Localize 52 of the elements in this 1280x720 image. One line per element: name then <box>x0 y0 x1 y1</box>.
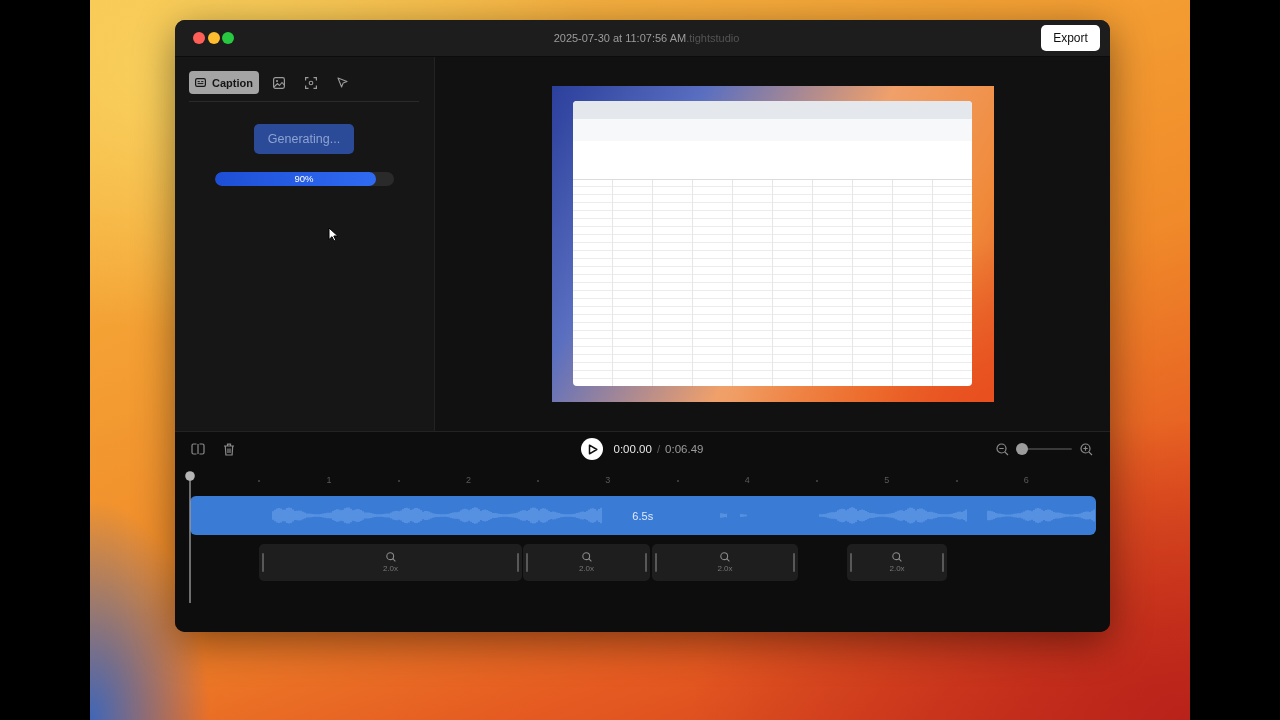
focus-frame-icon <box>304 76 317 89</box>
zoom-segment[interactable]: 2.0x <box>652 544 798 581</box>
ruler-label: 3 <box>605 474 611 486</box>
resize-handle[interactable] <box>262 553 264 572</box>
trash-icon[interactable] <box>223 442 235 456</box>
split-icon[interactable] <box>191 443 205 455</box>
maximize-icon[interactable] <box>222 32 234 44</box>
magnifier-icon <box>581 552 592 562</box>
ruler-label: 4 <box>744 474 750 486</box>
audio-clip[interactable]: 6.5s <box>189 496 1096 535</box>
zoom-segment[interactable]: 2.0x <box>847 544 948 581</box>
ruler-label: 6 <box>1023 474 1029 486</box>
caption-tab[interactable]: Caption <box>189 71 259 94</box>
zoom-factor: 2.0x <box>717 564 733 573</box>
pointer-icon <box>337 77 349 88</box>
resize-handle[interactable] <box>942 553 945 572</box>
minimize-icon[interactable] <box>207 32 220 44</box>
ruler-label: 1 <box>326 474 332 486</box>
magnifier-icon <box>720 552 730 562</box>
caption-icon <box>195 78 206 87</box>
resize-handle[interactable] <box>655 553 657 572</box>
resize-handle[interactable] <box>850 553 852 572</box>
image-icon <box>272 76 285 89</box>
slider-thumb[interactable] <box>1016 443 1028 455</box>
playhead-handle[interactable] <box>184 471 195 603</box>
zoom-segment[interactable]: 2.0x <box>259 544 522 581</box>
zoom-out-icon[interactable] <box>996 442 1009 456</box>
window-title: 2025-07-30 at 11:07:56 AM <box>553 32 687 44</box>
play-button[interactable] <box>580 438 603 460</box>
zoom-segment[interactable]: 2.0x <box>523 544 650 581</box>
resize-handle[interactable] <box>517 553 519 572</box>
zoom-factor: 2.0x <box>382 564 399 573</box>
ruler-label: 5 <box>884 474 890 486</box>
zoom-factor: 2.0x <box>889 564 905 573</box>
resize-handle[interactable] <box>526 553 528 572</box>
zoom-factor: 2.0x <box>578 564 595 573</box>
close-icon[interactable] <box>193 32 205 44</box>
clip-duration: 6.5s <box>632 509 654 522</box>
waveform-drawing <box>719 513 728 518</box>
progress-label: 90% <box>294 172 314 186</box>
ruler-label: 2 <box>465 474 471 486</box>
total-duration: 0:06.49 <box>665 443 704 455</box>
magnifier-icon <box>892 552 902 562</box>
mouse-pointer-icon <box>328 227 339 242</box>
resize-handle[interactable] <box>645 553 647 572</box>
zoom-in-icon[interactable] <box>1080 442 1093 456</box>
magnifier-icon <box>385 552 396 562</box>
resize-handle[interactable] <box>793 553 795 572</box>
play-icon <box>587 443 598 455</box>
time-separator: / <box>656 443 661 455</box>
export-button[interactable]: Export <box>1041 25 1100 51</box>
current-time: 0:00.00 <box>613 443 652 455</box>
